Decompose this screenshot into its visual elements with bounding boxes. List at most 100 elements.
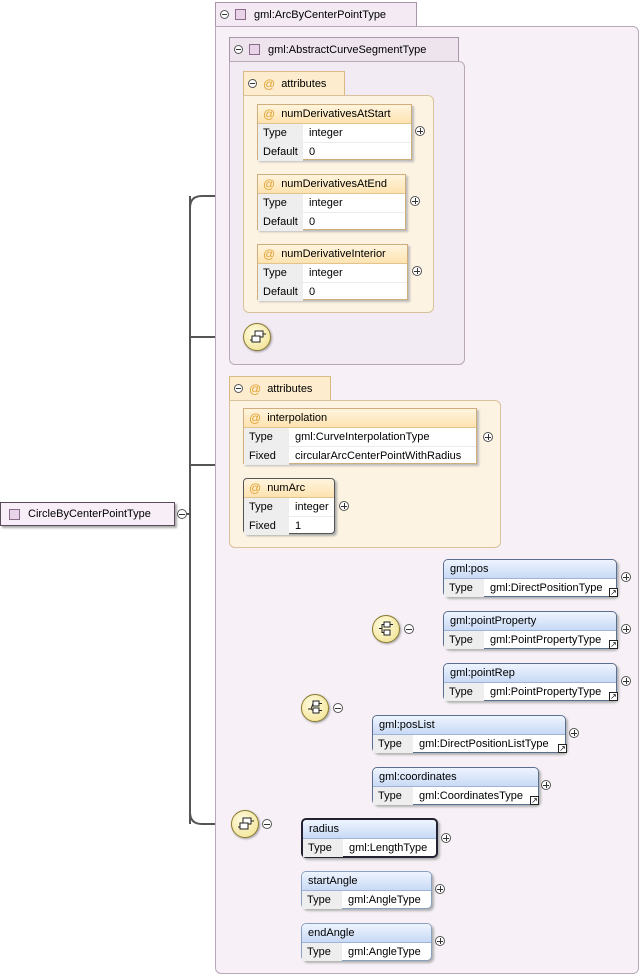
element-start-angle[interactable]: startAngle Type gml:AngleType (301, 871, 432, 909)
type-key: Type (244, 428, 289, 446)
expand-icon[interactable] (621, 676, 631, 686)
type-key: Type (258, 124, 303, 142)
type-value: gml:DirectPositionListType (419, 738, 549, 750)
collapse-icon[interactable] (248, 79, 257, 88)
element-gml-pos[interactable]: gml:pos Type gml:DirectPositionType (443, 559, 617, 597)
type-link-icon[interactable]: ↗ (609, 640, 618, 649)
element-gml-pos-list[interactable]: gml:posList Type gml:DirectPositionListTy… (372, 715, 566, 753)
attribute-icon: @ (263, 247, 276, 261)
collapse-icon[interactable] (220, 10, 229, 19)
type-key: Type (373, 787, 413, 805)
type-value: integer (309, 267, 343, 279)
type-value: gml:DirectPositionType (490, 582, 603, 594)
outer-attributes-label: attributes (267, 382, 313, 395)
attribute-icon: @ (249, 381, 262, 396)
outer-type-tab[interactable]: gml:ArcByCenterPointType (215, 2, 417, 26)
expand-icon[interactable] (410, 196, 420, 206)
root-element-box[interactable]: CircleByCenterPointType (0, 502, 175, 526)
choice-compositor-icon[interactable] (301, 694, 329, 722)
expand-icon[interactable] (569, 728, 579, 738)
expand-icon[interactable] (621, 572, 631, 582)
collapse-icon[interactable] (333, 703, 343, 713)
attribute-name: interpolation (267, 412, 328, 424)
fixed-key: Fixed (244, 517, 289, 535)
expand-icon[interactable] (435, 936, 445, 946)
element-name: gml:coordinates (379, 771, 457, 783)
element-name: gml:posList (379, 719, 435, 731)
attribute-name: numDerivativeInterior (281, 248, 386, 260)
sequence-compositor-icon[interactable] (231, 810, 259, 838)
expand-icon[interactable] (441, 833, 451, 843)
type-value: gml:PointPropertyType (490, 686, 602, 698)
default-key: Default (258, 143, 303, 161)
collapse-icon[interactable] (262, 819, 272, 829)
attribute-name: numDerivativesAtEnd (281, 178, 387, 190)
root-collapse-icon[interactable] (177, 509, 187, 519)
inner-attributes-label: attributes (281, 77, 327, 90)
type-value: gml:AngleType (348, 894, 421, 906)
inner-type-tab[interactable]: gml:AbstractCurveSegmentType (229, 37, 459, 61)
default-key: Default (258, 213, 303, 231)
type-link-icon[interactable]: ↗ (609, 692, 618, 701)
type-value: integer (309, 127, 343, 139)
type-value: gml:AngleType (348, 946, 421, 958)
attribute-icon: @ (263, 107, 276, 121)
type-key: Type (303, 839, 343, 857)
expand-icon[interactable] (483, 432, 493, 442)
collapse-icon[interactable] (234, 45, 243, 54)
type-value: gml:LengthType (349, 842, 428, 854)
type-value: integer (309, 197, 343, 209)
complex-type-icon (235, 9, 246, 20)
element-gml-point-rep[interactable]: gml:pointRep Type gml:PointPropertyType (443, 663, 617, 701)
type-value: gml:CoordinatesType (419, 790, 523, 802)
complex-type-icon (249, 44, 260, 55)
type-value: gml:CurveInterpolationType (295, 431, 430, 443)
default-value: 0 (309, 286, 316, 298)
fixed-key: Fixed (244, 447, 289, 465)
collapse-icon[interactable] (234, 384, 243, 393)
type-key: Type (444, 579, 484, 597)
type-value: integer (295, 501, 329, 513)
root-element-name: CircleByCenterPointType (28, 508, 151, 520)
inner-type-name: gml:AbstractCurveSegmentType (268, 43, 427, 56)
expand-icon[interactable] (541, 780, 551, 790)
element-name: gml:pointRep (450, 667, 515, 679)
outer-attributes-tab[interactable]: @ attributes (229, 376, 331, 400)
type-link-icon[interactable]: ↗ (558, 744, 567, 753)
element-name: endAngle (308, 927, 355, 939)
expand-icon[interactable] (621, 624, 631, 634)
type-link-icon[interactable]: ↗ (609, 588, 618, 597)
attribute-name: numArc (267, 482, 306, 494)
element-gml-point-property[interactable]: gml:pointProperty Type gml:PointPropertyT… (443, 611, 617, 649)
attribute-interpolation[interactable]: @ interpolation Type gml:CurveInterpolatio… (243, 408, 477, 465)
type-key: Type (444, 631, 484, 649)
fixed-value: 1 (295, 520, 302, 532)
attribute-num-derivatives-at-start[interactable]: @ numDerivativesAtStart Type integer Defau… (257, 104, 412, 161)
default-key: Default (258, 283, 303, 301)
collapse-icon[interactable] (404, 624, 414, 634)
expand-icon[interactable] (412, 266, 422, 276)
complex-type-icon (9, 508, 20, 520)
attribute-num-derivative-interior[interactable]: @ numDerivativeInterior Type integer Defau… (257, 244, 408, 301)
type-link-icon[interactable]: ↗ (530, 796, 539, 805)
attribute-num-arc[interactable]: @ numArc Type integer Fixed 1 (243, 478, 335, 535)
type-value: gml:PointPropertyType (490, 634, 602, 646)
attribute-icon: @ (249, 481, 262, 495)
expand-icon[interactable] (435, 884, 445, 894)
inner-attributes-tab[interactable]: @ attributes (243, 71, 345, 95)
element-end-angle[interactable]: endAngle Type gml:AngleType (301, 923, 432, 961)
fixed-value: circularArcCenterPointWithRadius (295, 450, 462, 462)
attribute-num-derivatives-at-end[interactable]: @ numDerivativesAtEnd Type integer Default… (257, 174, 406, 231)
sequence-compositor-icon[interactable] (372, 615, 400, 643)
type-key: Type (444, 683, 484, 701)
default-value: 0 (309, 146, 316, 158)
element-name: radius (309, 823, 339, 835)
attribute-icon: @ (263, 76, 276, 91)
expand-icon[interactable] (415, 126, 425, 136)
element-gml-coordinates[interactable]: gml:coordinates Type gml:CoordinatesType (372, 767, 539, 805)
attribute-name: numDerivativesAtStart (281, 108, 391, 120)
attribute-icon: @ (249, 411, 262, 425)
sequence-compositor-icon[interactable] (243, 323, 271, 351)
expand-icon[interactable] (339, 501, 349, 511)
element-radius[interactable]: radius Type gml:LengthType (301, 818, 438, 858)
